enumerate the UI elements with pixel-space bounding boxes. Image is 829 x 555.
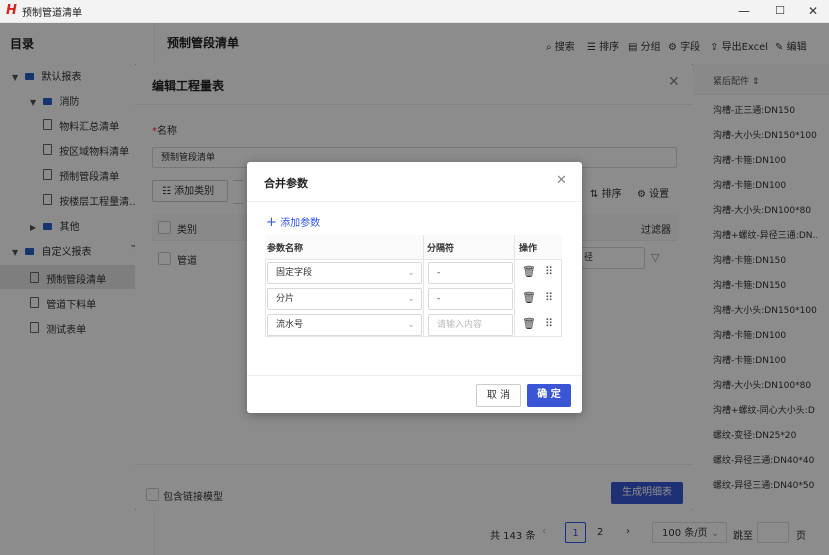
drag-handle-icon[interactable]: ⠿ [545,317,553,330]
title-bar: H 预制管道清单 — ☐ ✕ [0,0,829,23]
merge-params-dialog: 合并参数 ✕ + 添加参数 参数名称 分隔符 操作 固定字段 ⌄ - 🗑 ⠿ 分… [247,162,582,413]
chevron-down-icon: ⌄ [407,320,415,330]
divider [247,375,582,376]
close-window-button[interactable]: ✕ [795,0,829,22]
divider [247,201,582,202]
col-divider [514,235,515,337]
plus-icon: + [266,215,277,230]
chevron-down-icon: ⌄ [407,268,415,278]
param-name-value: 固定字段 [276,268,313,278]
add-param-label: 添加参数 [280,218,321,229]
params-table-header [265,235,562,260]
separator-input[interactable]: - [428,262,513,284]
param-name-select[interactable]: 固定字段 ⌄ [267,262,422,284]
trash-icon[interactable]: 🗑 [522,265,536,278]
chevron-down-icon: ⌄ [407,294,415,304]
trash-icon[interactable]: 🗑 [522,291,536,304]
header-param-name: 参数名称 [267,244,304,254]
cancel-button[interactable]: 取 消 [476,384,521,407]
header-separator: 分隔符 [427,244,455,254]
drag-handle-icon[interactable]: ⠿ [545,291,553,304]
drag-handle-icon[interactable]: ⠿ [545,265,553,278]
dialog-title: 合并参数 [264,177,308,190]
separator-input[interactable]: - [428,288,513,310]
param-name-select[interactable]: 分片 ⌄ [267,288,422,310]
minimize-button[interactable]: — [726,0,762,22]
header-operation: 操作 [519,244,538,254]
separator-input[interactable]: 请输入内容 [428,314,513,336]
param-name-value: 流水号 [276,320,304,330]
ok-button[interactable]: 确 定 [527,384,571,407]
param-name-value: 分片 [276,294,295,304]
window-title: 预制管道清单 [22,8,82,19]
trash-icon[interactable]: 🗑 [522,317,536,330]
maximize-button[interactable]: ☐ [762,0,798,22]
col-divider [423,235,424,337]
app-logo: H [6,3,17,18]
add-param-button[interactable]: + 添加参数 [266,214,320,230]
param-name-select[interactable]: 流水号 ⌄ [267,314,422,336]
close-icon[interactable]: ✕ [556,173,567,188]
